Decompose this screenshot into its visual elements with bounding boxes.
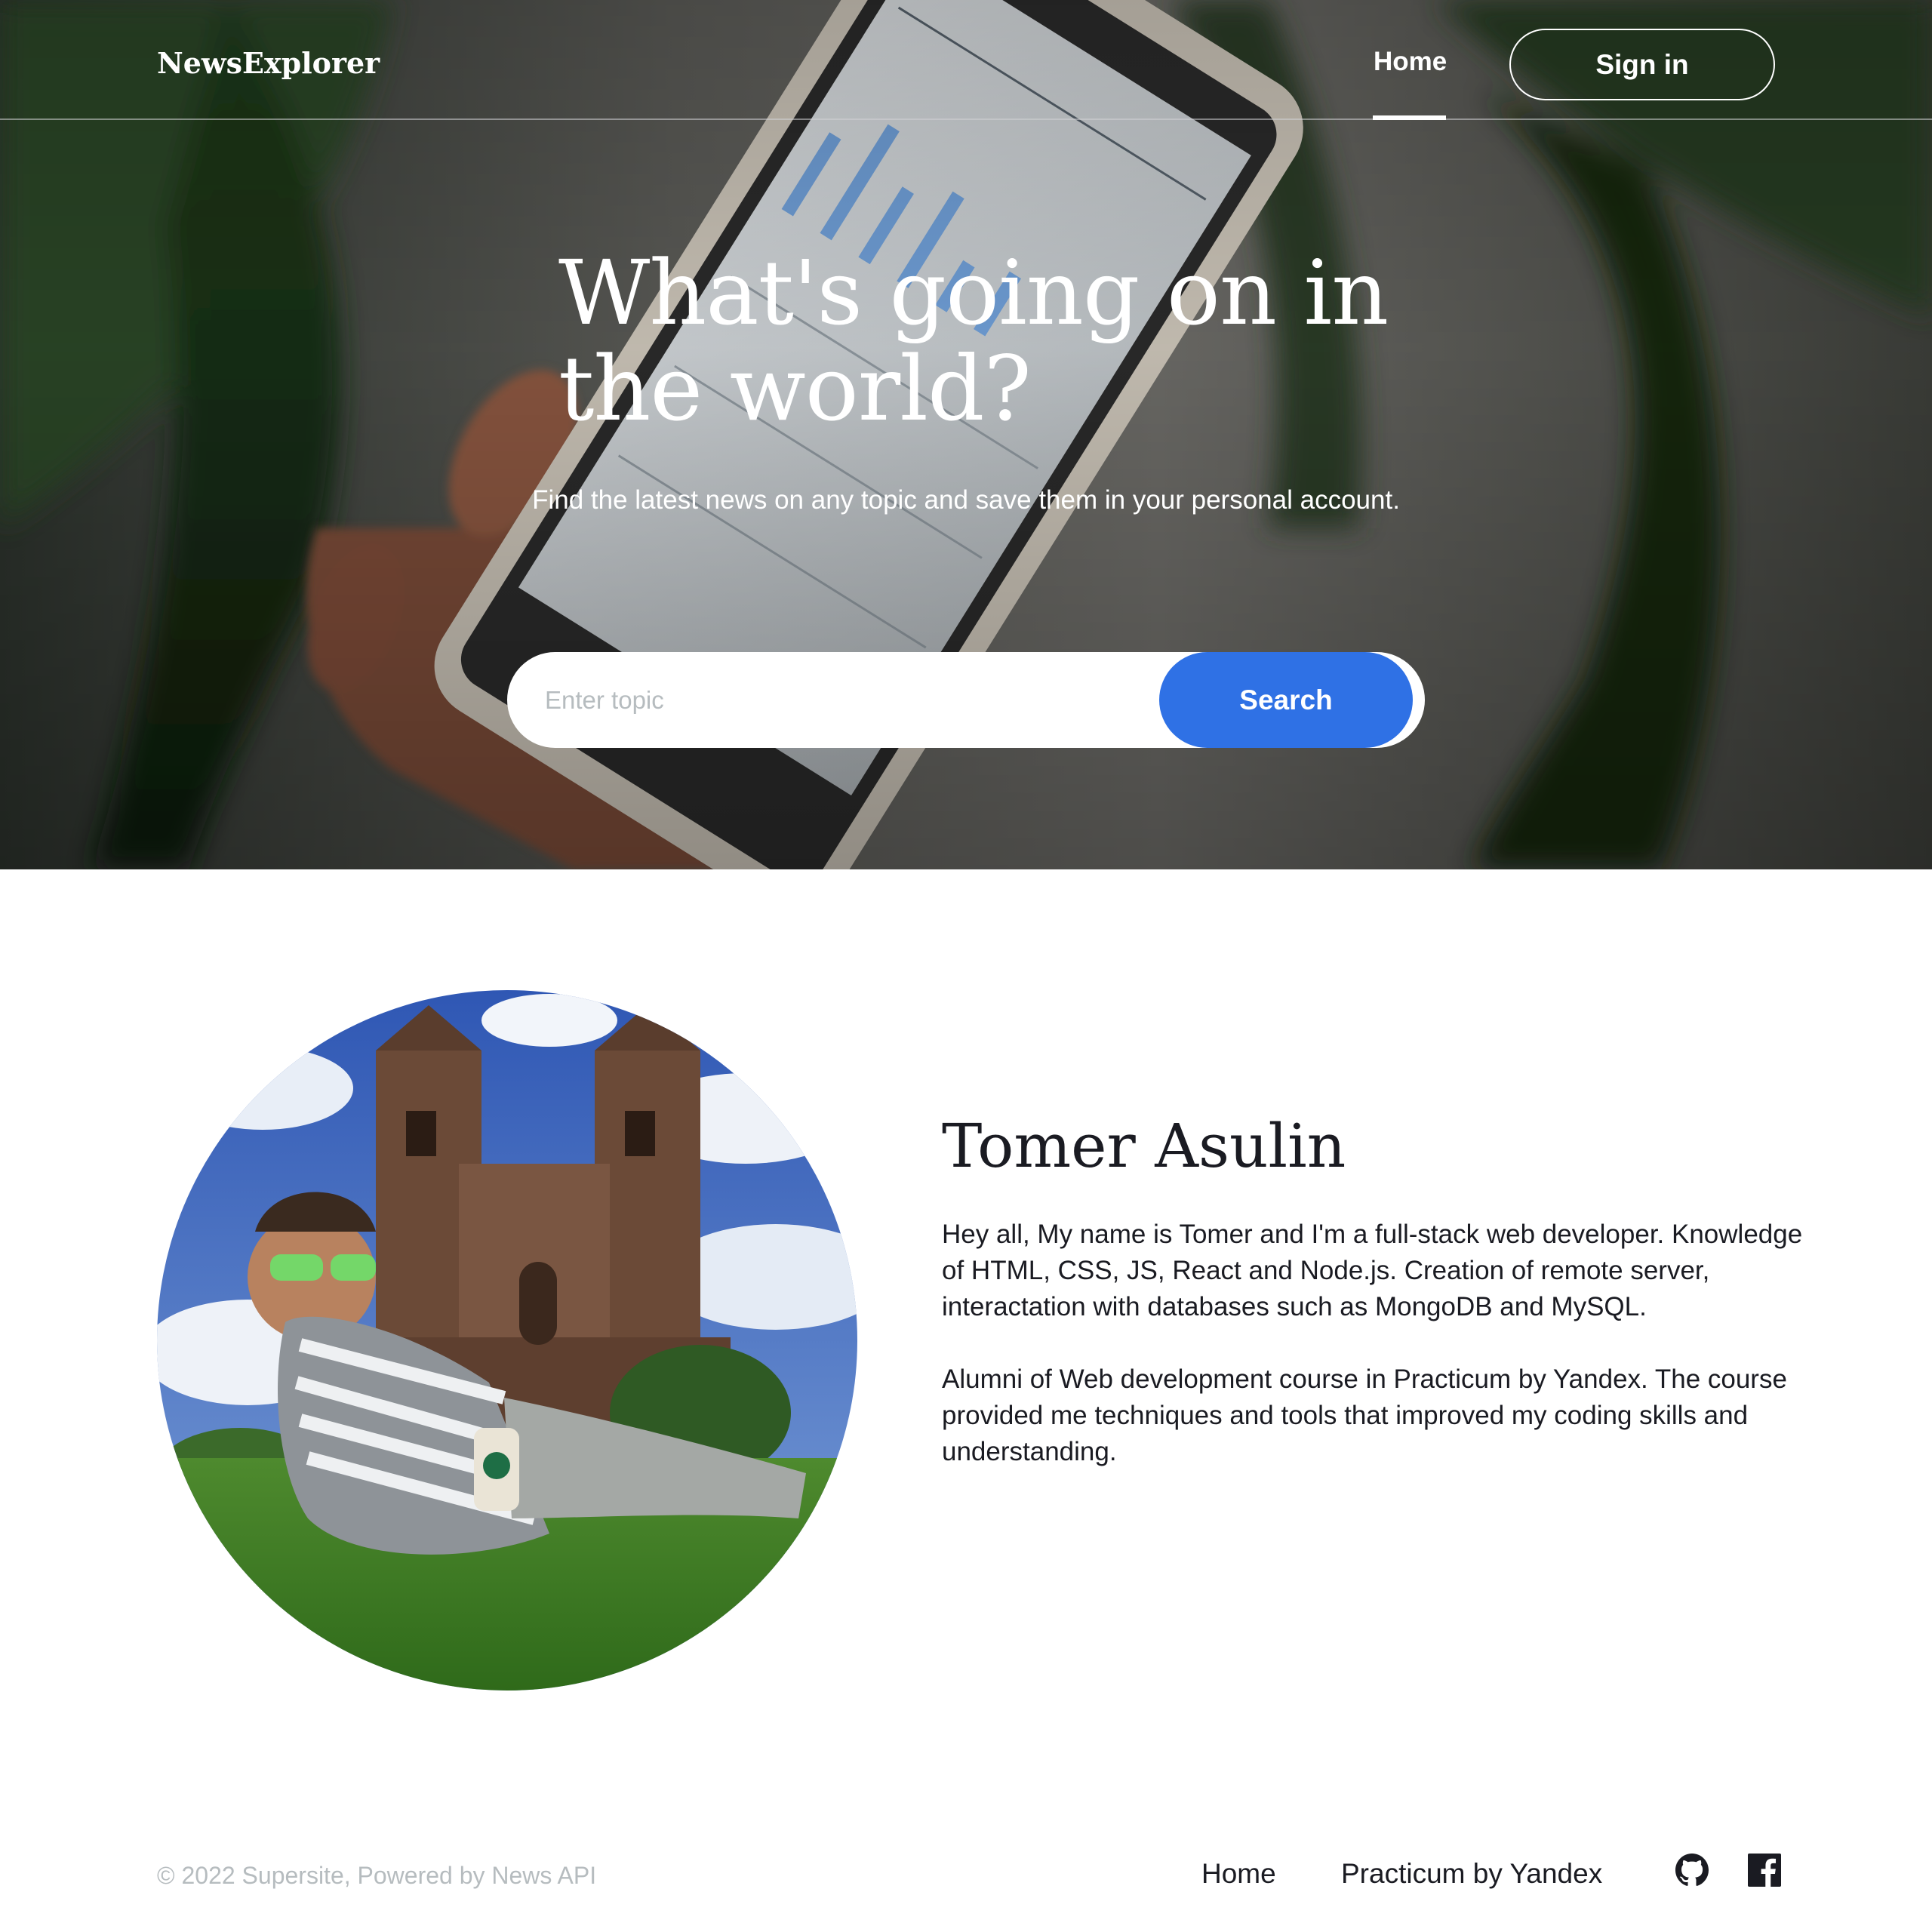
copyright-text: © 2022 Supersite, Powered by News API	[157, 1862, 597, 1889]
author-photo-illustration	[157, 990, 857, 1690]
author-bio-paragraph: Alumni of Web development course in Prac…	[942, 1364, 1787, 1466]
hero-title: What's going on in the world?	[558, 241, 1389, 441]
site-logo[interactable]: NewsExplorer	[157, 44, 380, 83]
author-bio-paragraph: Hey all, My name is Tomer and I'm a full…	[942, 1220, 1803, 1321]
search-form: Search	[507, 652, 1425, 748]
sign-in-button[interactable]: Sign in	[1509, 29, 1775, 100]
author-avatar	[157, 990, 857, 1690]
search-button[interactable]: Search	[1159, 652, 1413, 748]
author-name: Tomer Asulin	[942, 1111, 1346, 1181]
nav-home-link[interactable]: Home	[1374, 42, 1447, 82]
footer-home-link[interactable]: Home	[1201, 1857, 1276, 1891]
footer-practicum-link[interactable]: Practicum by Yandex	[1341, 1857, 1602, 1891]
hero-section: NewsExplorer Home Sign in What's going o…	[0, 0, 1932, 869]
search-input[interactable]	[545, 652, 1118, 748]
facebook-icon[interactable]	[1748, 1854, 1781, 1887]
site-header: NewsExplorer Home Sign in	[0, 0, 1932, 120]
github-icon[interactable]	[1675, 1854, 1709, 1887]
hero-subtitle: Find the latest news on any topic and sa…	[532, 485, 1400, 515]
nav-active-indicator	[1373, 115, 1446, 120]
